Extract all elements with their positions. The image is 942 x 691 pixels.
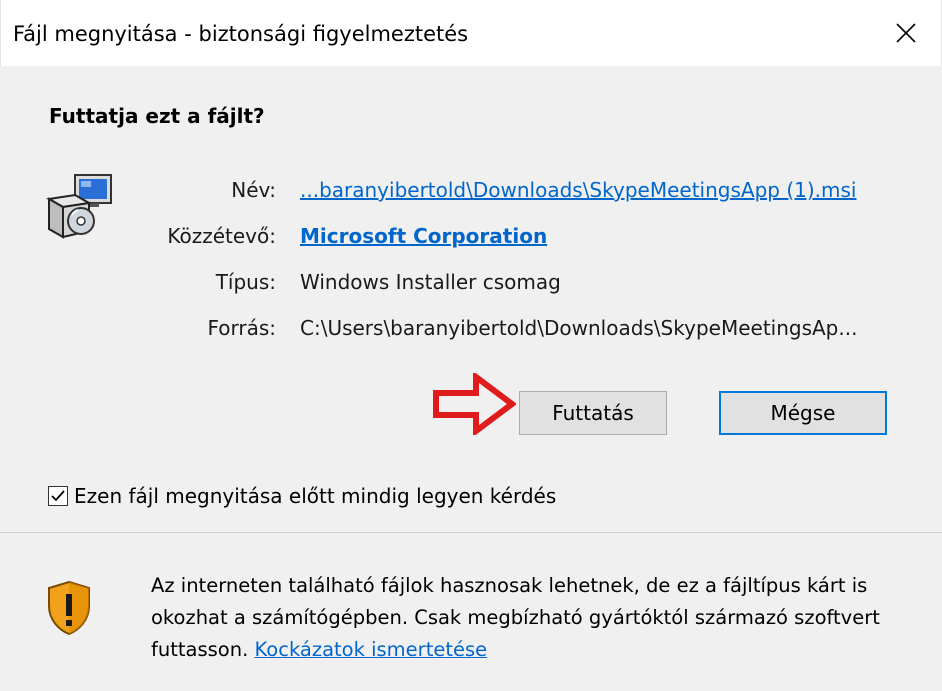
cancel-button[interactable]: Mégse [719,391,887,435]
dialog-body [0,66,942,532]
type-value: Windows Installer csomag [300,270,561,294]
close-button[interactable] [871,0,941,66]
warning-text: Az interneten található fájlok hasznosak… [151,570,921,666]
checkmark-icon [51,490,65,502]
type-label: Típus: [215,270,276,294]
risks-link[interactable]: Kockázatok ismertetése [254,638,487,661]
name-link[interactable]: ...baranyibertold\Downloads\SkypeMeeting… [300,178,856,202]
name-label: Név: [231,178,276,202]
window-title: Fájl megnyitása - biztonsági figyelmezte… [13,22,469,46]
installer-package-icon [46,174,112,239]
dialog-question: Futtatja ezt a fájlt? [49,104,265,128]
publisher-link[interactable]: Microsoft Corporation [300,224,547,248]
run-button[interactable]: Futtatás [519,391,667,435]
always-ask-checkbox[interactable] [48,486,68,506]
title-bar: Fájl megnyitása - biztonsági figyelmezte… [0,0,942,66]
arrow-icon [433,373,516,435]
source-value: C:\Users\baranyibertold\Downloads\SkypeM… [300,316,858,340]
always-ask-option[interactable]: Ezen fájl megnyitása előtt mindig legyen… [48,483,556,509]
publisher-label: Közzétevő: [167,224,276,248]
source-label: Forrás: [207,316,276,340]
close-icon [896,23,916,43]
always-ask-label: Ezen fájl megnyitása előtt mindig legyen… [74,484,557,508]
shield-warning-icon [48,580,90,636]
